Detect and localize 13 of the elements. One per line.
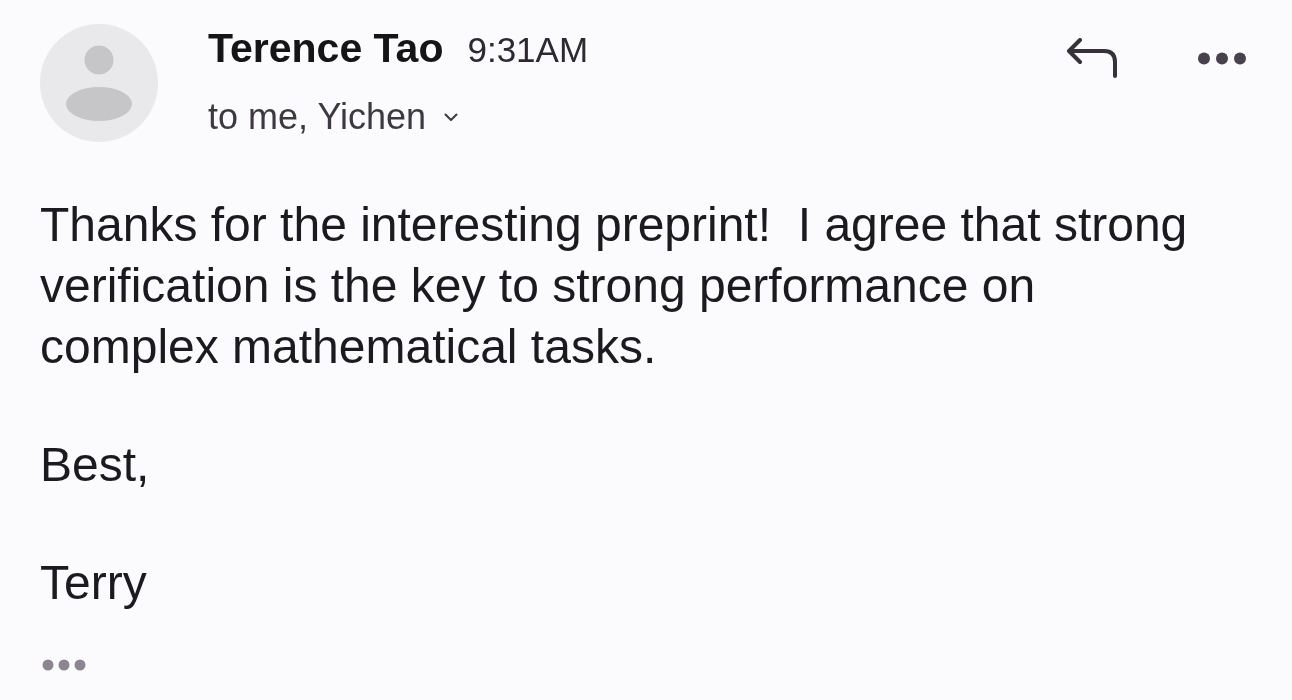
sender-name: Terence Tao xyxy=(208,24,444,72)
message-text: Thanks for the interesting preprint! I agree that strong verification is the key to strong performance on complex mathematical tasks. xyxy=(40,197,1189,375)
caret-icon xyxy=(444,112,459,122)
message-text: Best, xyxy=(40,437,151,493)
reply-button[interactable] xyxy=(1064,36,1120,80)
reply-icon xyxy=(1066,38,1118,78)
more-icon xyxy=(42,659,86,671)
recipients-toggle[interactable]: to me, Yichen xyxy=(208,97,459,137)
avatar-icon xyxy=(40,24,158,142)
message-text: Terry xyxy=(40,555,148,611)
sent-time: 9:31AM xyxy=(467,29,589,71)
show-trimmed-button[interactable] xyxy=(40,657,88,673)
more-icon xyxy=(1198,51,1246,65)
